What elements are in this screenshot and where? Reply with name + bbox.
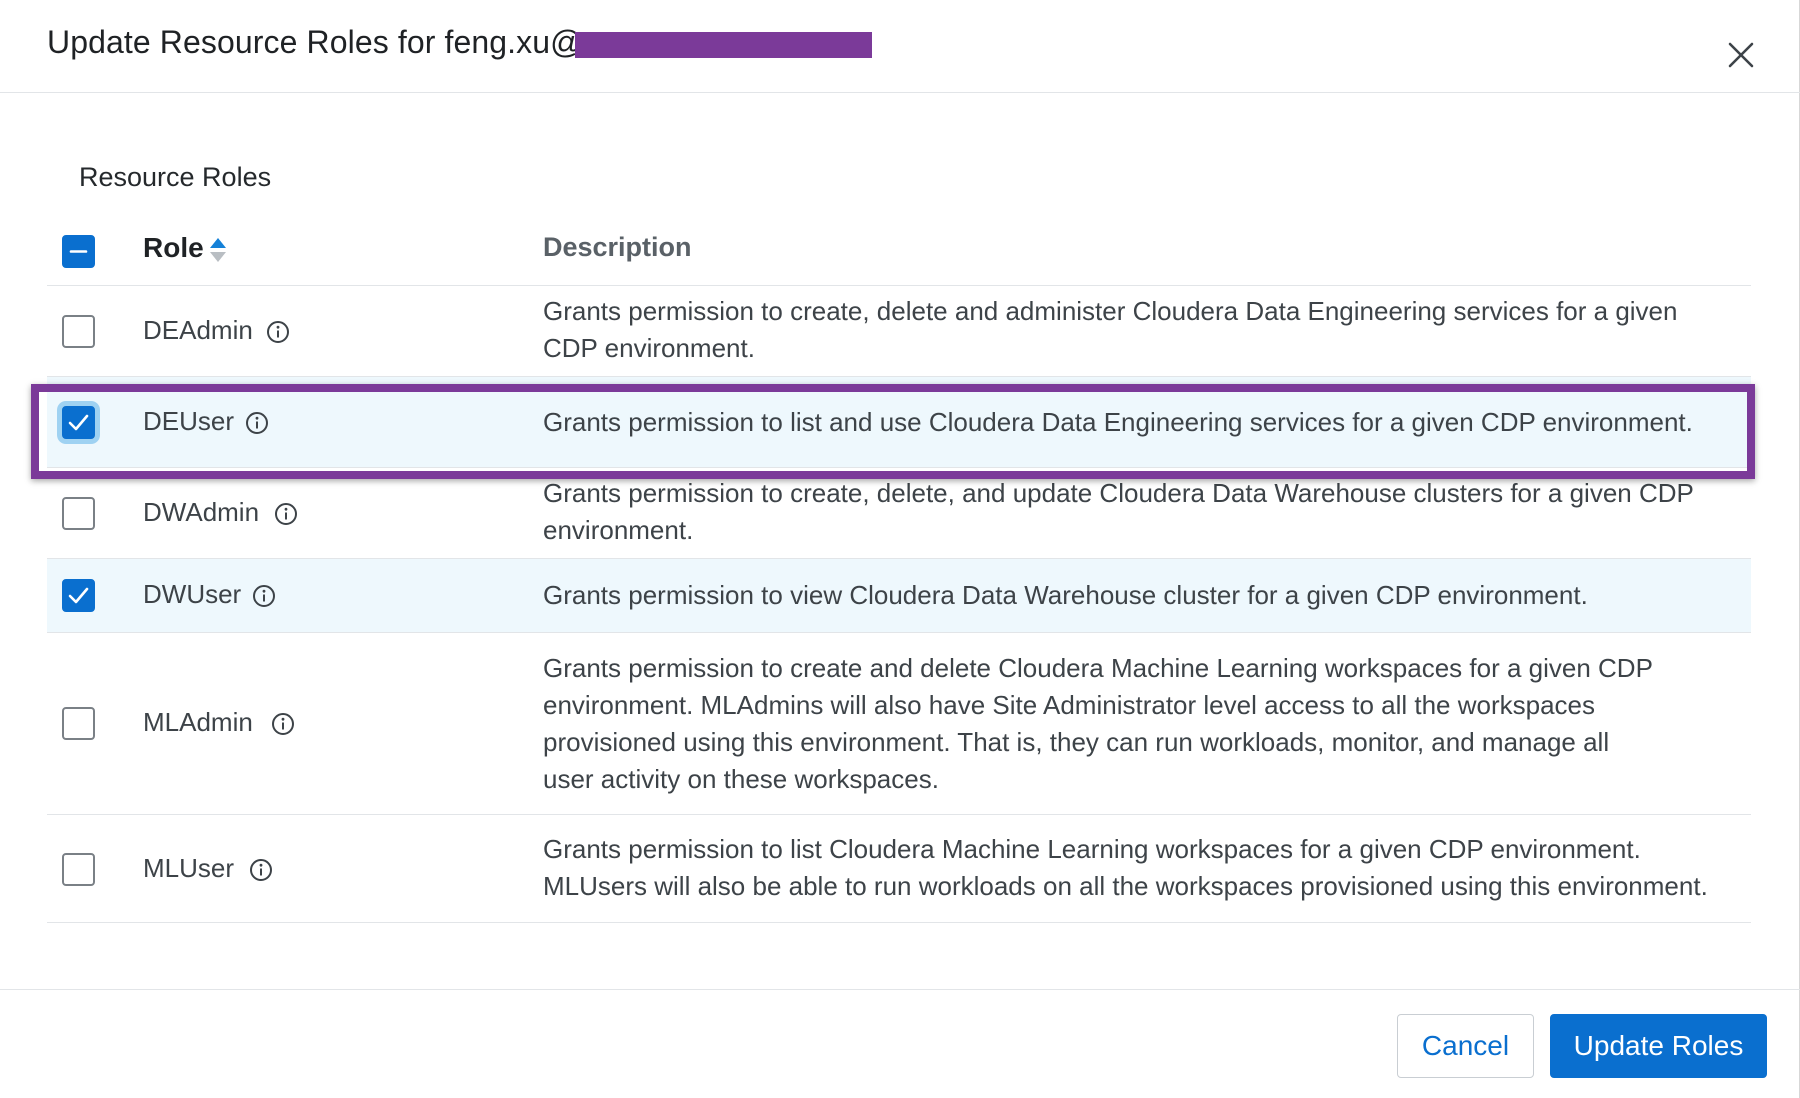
role-name: MLUser bbox=[143, 853, 235, 883]
table-row: MLUser Grants permission to list Clouder… bbox=[47, 815, 1751, 923]
role-name: DWUser bbox=[143, 579, 242, 609]
role-description: Grants permission to create and delete C… bbox=[543, 653, 1653, 794]
role-description: Grants permission to create, delete and … bbox=[543, 296, 1678, 363]
update-roles-button[interactable]: Update Roles bbox=[1550, 1014, 1767, 1078]
role-name: DWAdmin bbox=[143, 497, 260, 527]
select-all-checkbox[interactable] bbox=[62, 235, 95, 268]
info-icon[interactable] bbox=[274, 502, 298, 526]
info-icon[interactable] bbox=[252, 584, 276, 608]
table-row: DEAdmin Grants permission to create, del… bbox=[47, 286, 1751, 377]
checkmark-icon bbox=[68, 414, 89, 431]
row-checkbox[interactable] bbox=[62, 497, 95, 530]
role-name: DEAdmin bbox=[143, 315, 253, 345]
close-button[interactable] bbox=[1724, 38, 1758, 72]
dialog-header: Update Resource Roles for feng.xu@ bbox=[0, 0, 1800, 93]
row-checkbox[interactable] bbox=[62, 315, 95, 348]
role-description: Grants permission to create, delete, and… bbox=[543, 478, 1694, 545]
sort-icon[interactable] bbox=[209, 236, 227, 264]
checkmark-icon bbox=[68, 587, 89, 604]
dialog-footer: Cancel Update Roles bbox=[0, 989, 1800, 1098]
table-row: DWUser Grants permission to view Clouder… bbox=[47, 559, 1751, 633]
cancel-button[interactable]: Cancel bbox=[1397, 1014, 1534, 1078]
role-name: DEUser bbox=[143, 406, 235, 436]
indeterminate-icon bbox=[69, 250, 88, 253]
info-icon[interactable] bbox=[249, 858, 273, 882]
role-description: Grants permission to list and use Cloude… bbox=[543, 407, 1693, 437]
info-icon[interactable] bbox=[266, 320, 290, 344]
table-header: Role Description bbox=[47, 218, 1751, 286]
role-name: MLAdmin bbox=[143, 707, 253, 737]
column-header-description: Description bbox=[543, 232, 692, 262]
column-header-role[interactable]: Role bbox=[143, 232, 204, 264]
row-checkbox[interactable] bbox=[62, 579, 95, 612]
section-title: Resource Roles bbox=[79, 162, 272, 192]
info-icon[interactable] bbox=[245, 411, 269, 435]
roles-table: Role Description DEAdmin Grants permissi… bbox=[47, 218, 1751, 923]
role-description: Grants permission to list Cloudera Machi… bbox=[543, 834, 1708, 901]
update-roles-dialog: Update Resource Roles for feng.xu@ Resou… bbox=[0, 0, 1800, 1098]
close-icon bbox=[1728, 42, 1754, 68]
table-row: DEUser Grants permission to list and use… bbox=[47, 377, 1751, 468]
table-row: MLAdmin Grants permission to create and … bbox=[47, 633, 1751, 815]
role-description: Grants permission to view Cloudera Data … bbox=[543, 580, 1588, 610]
row-checkbox[interactable] bbox=[62, 707, 95, 740]
info-icon[interactable] bbox=[271, 712, 295, 736]
redaction-block bbox=[575, 32, 872, 58]
row-checkbox[interactable] bbox=[62, 406, 95, 439]
row-checkbox[interactable] bbox=[62, 853, 95, 886]
dialog-title: Update Resource Roles for feng.xu@ bbox=[47, 24, 583, 60]
table-row: DWAdmin Grants permission to create, del… bbox=[47, 468, 1751, 559]
